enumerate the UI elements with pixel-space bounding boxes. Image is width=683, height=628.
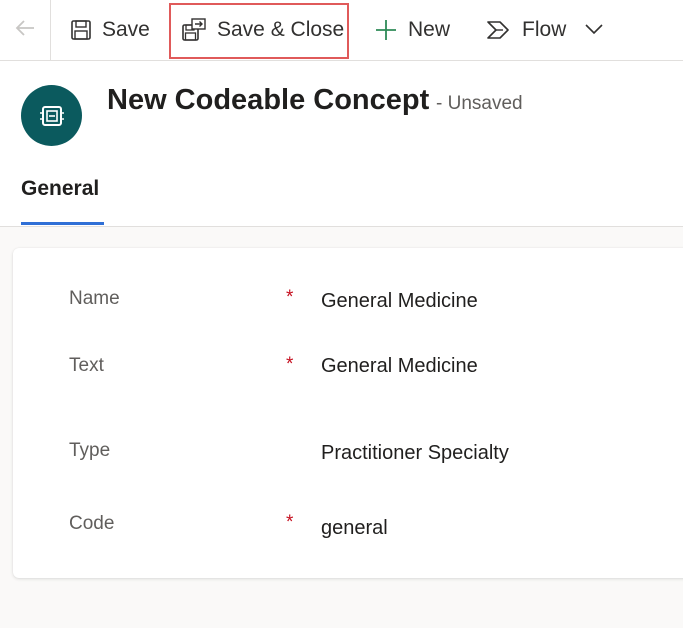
required-indicator: *: [286, 287, 294, 308]
save-status: - Unsaved: [436, 93, 523, 114]
field-label-type: Type: [69, 440, 111, 461]
name-field[interactable]: General Medicine: [321, 290, 478, 313]
new-button[interactable]: New: [374, 0, 450, 60]
save-icon: [70, 19, 92, 41]
save-label: Save: [102, 18, 150, 41]
active-tab-indicator: [21, 222, 104, 225]
flow-label: Flow: [522, 18, 567, 41]
save-and-close-button[interactable]: Save & Close: [181, 0, 344, 60]
type-lookup-field[interactable]: Practitioner Specialty: [321, 442, 509, 465]
save-button[interactable]: Save: [70, 0, 150, 60]
save-and-close-label: Save & Close: [217, 18, 345, 41]
codeable-concept-icon: [21, 85, 82, 146]
general-section-card: Name * General Medicine Text * General M…: [13, 248, 683, 578]
flow-dropdown-button[interactable]: [584, 0, 604, 60]
tab-general[interactable]: General: [21, 177, 99, 201]
new-label: New: [408, 18, 451, 41]
page-title: New Codeable Concept: [107, 84, 430, 116]
field-label-text: Text: [69, 355, 104, 376]
code-field[interactable]: general: [321, 517, 388, 540]
required-indicator: *: [286, 512, 294, 533]
back-arrow-icon: [14, 19, 36, 42]
back-button[interactable]: [0, 0, 51, 60]
save-and-close-icon: [181, 17, 207, 43]
command-bar: Save Save & Close New Flow: [0, 0, 683, 61]
required-indicator: *: [286, 354, 294, 375]
form-header: New Codeable Concept - Unsaved General: [0, 61, 683, 227]
flow-icon: [486, 19, 512, 41]
flow-button[interactable]: Flow: [486, 0, 566, 60]
field-label-code: Code: [69, 513, 115, 534]
plus-icon: [374, 18, 398, 42]
field-label-name: Name: [69, 288, 120, 309]
chevron-down-icon: [584, 18, 604, 42]
text-field[interactable]: General Medicine: [321, 355, 478, 378]
